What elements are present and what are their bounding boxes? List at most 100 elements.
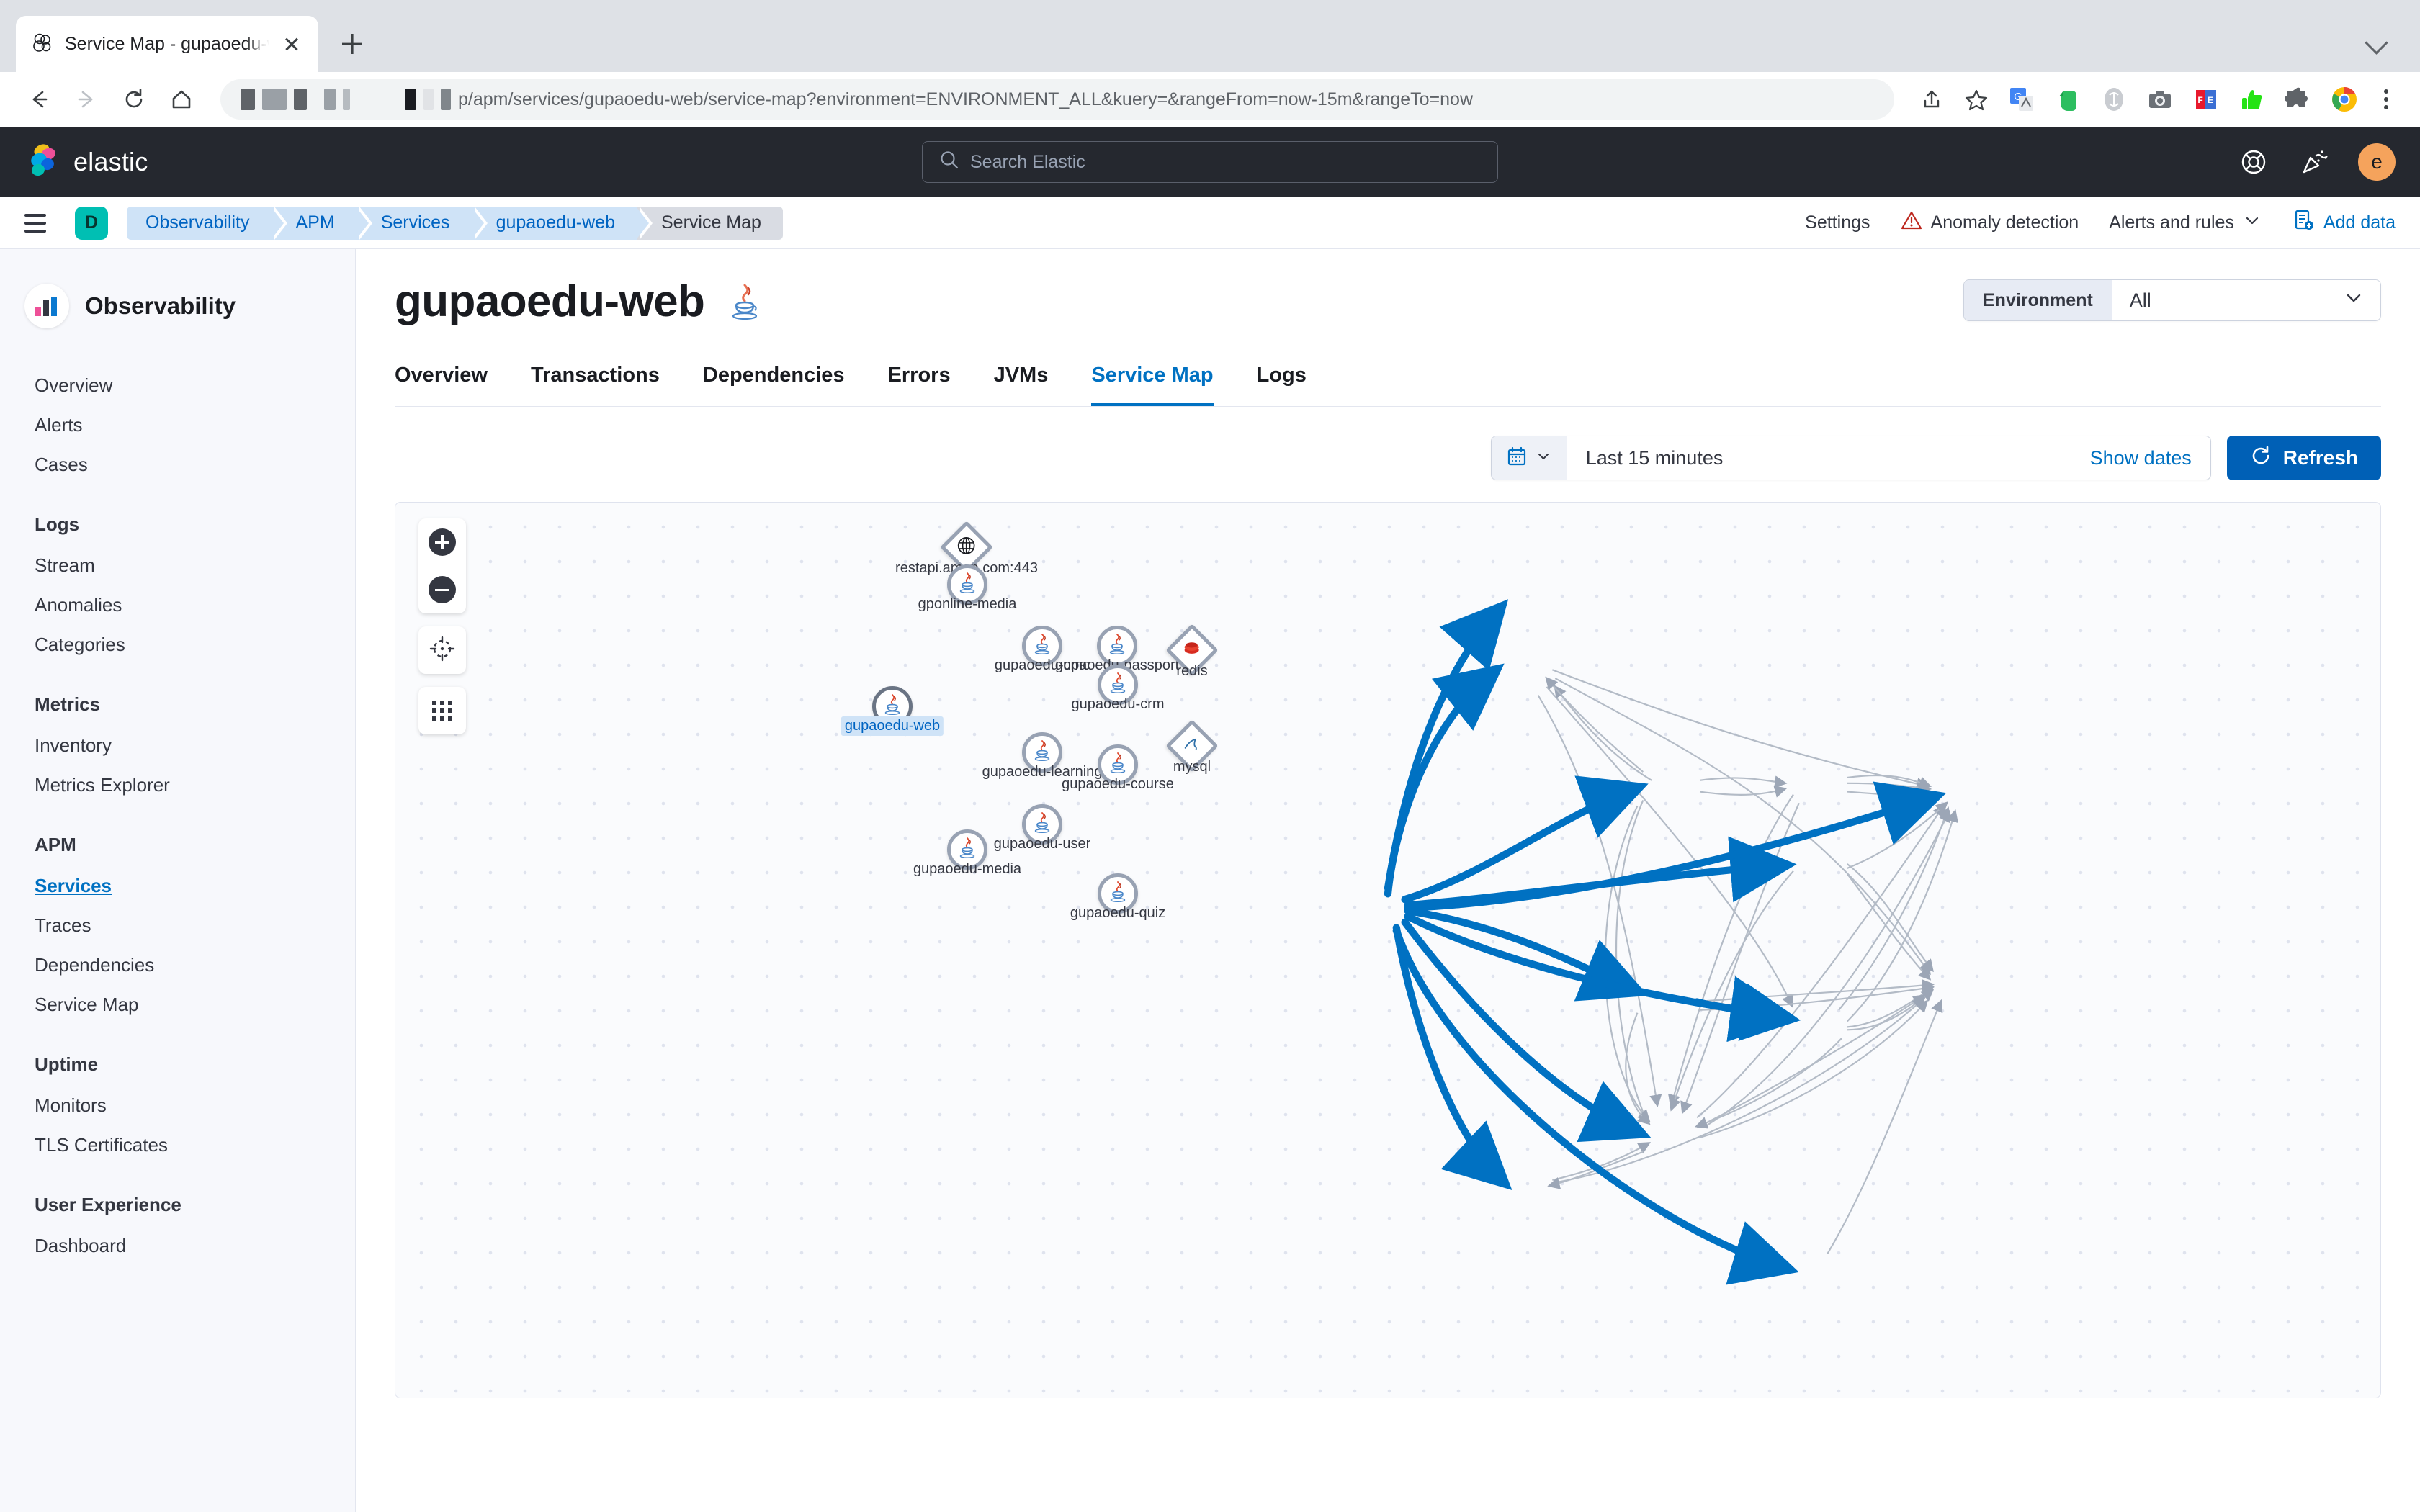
grammar-icon[interactable]: [2097, 83, 2130, 116]
sidebar-item-services[interactable]: Services: [0, 866, 355, 906]
environment-select[interactable]: All: [2112, 280, 2380, 320]
address-bar[interactable]: p/apm/services/gupaoedu-web/service-map?…: [220, 79, 1894, 120]
chrome-profile-icon[interactable]: [2328, 83, 2361, 116]
zoom-in-button[interactable]: [418, 518, 466, 566]
calendar-dropdown-button[interactable]: [1491, 436, 1567, 480]
sidebar-group-title-metrics: Metrics: [35, 693, 101, 715]
tab-transactions[interactable]: Transactions: [531, 364, 660, 406]
new-tab-button[interactable]: [330, 22, 375, 66]
service-map-node-gupaoedu-learning[interactable]: gupaoedu-learning: [982, 732, 1102, 780]
hamburger-menu-icon[interactable]: [24, 207, 56, 239]
star-icon[interactable]: [1956, 79, 1996, 120]
breadcrumb-item-services[interactable]: Services: [356, 206, 488, 240]
service-map-node-redis[interactable]: redis: [1165, 624, 1219, 679]
browser-toolbar: p/apm/services/gupaoedu-web/service-map?…: [0, 72, 2420, 127]
service-map-node-gponline-media[interactable]: gponline-media: [918, 564, 1016, 612]
zoom-out-button[interactable]: [418, 566, 466, 613]
grid-layout-button[interactable]: [418, 687, 466, 734]
sidebar-item-tls-certificates[interactable]: TLS Certificates: [0, 1125, 355, 1165]
crosshair-icon: [429, 636, 455, 665]
alerts-and-rules-button[interactable]: Alerts and rules: [2109, 211, 2262, 235]
java-icon: [958, 572, 977, 598]
sidebar-item-monitors[interactable]: Monitors: [0, 1086, 355, 1125]
avatar[interactable]: e: [2358, 143, 2396, 181]
service-map-node-restapi[interactable]: restapi.amap.com:443: [895, 521, 1038, 576]
sidebar-item-inventory[interactable]: Inventory: [0, 726, 355, 765]
google-translate-icon[interactable]: G: [2005, 83, 2038, 116]
puzzle-extensions-icon[interactable]: [2282, 83, 2315, 116]
reload-icon[interactable]: [112, 78, 156, 121]
service-map-node-gupaoedu-course[interactable]: gupaoedu-course: [1062, 744, 1174, 792]
calendar-icon: [1506, 446, 1528, 471]
sidebar-item-service-map[interactable]: Service Map: [0, 985, 355, 1025]
sidebar-item-anomalies[interactable]: Anomalies: [0, 585, 355, 625]
sidebar-group-title-user-experience: User Experience: [35, 1194, 182, 1215]
node-label: gupaoedu-web: [841, 716, 944, 736]
java-icon: [1033, 739, 1052, 765]
sidebar-item-categories[interactable]: Categories: [0, 625, 355, 665]
add-data-button[interactable]: Add data: [2292, 209, 2396, 237]
anomaly-detection-button[interactable]: Anomaly detection: [1901, 210, 2079, 236]
breadcrumb-actions: Settings Anomaly detection Alerts and ru…: [1805, 209, 2396, 237]
refresh-label: Refresh: [2282, 446, 2358, 469]
environment-value: All: [2129, 289, 2151, 311]
space-badge[interactable]: D: [75, 206, 108, 240]
home-icon[interactable]: [160, 78, 203, 121]
breadcrumb-item-gupaoedu-web[interactable]: gupaoedu-web: [471, 206, 653, 240]
sidebar-group-metrics: Metrics Inventory Metrics Explorer: [0, 693, 355, 805]
sidebar-item-metrics-explorer[interactable]: Metrics Explorer: [0, 765, 355, 805]
sidebar-item-traces[interactable]: Traces: [0, 906, 355, 945]
date-range-picker[interactable]: Last 15 minutes Show dates: [1490, 436, 2211, 480]
service-map-node-gupaoedu-quiz[interactable]: gupaoedu-quiz: [1070, 873, 1165, 921]
tab-service-map[interactable]: Service Map: [1091, 364, 1214, 406]
show-dates-button[interactable]: Show dates: [2071, 436, 2210, 480]
screenshot-camera-icon[interactable]: [2143, 83, 2177, 116]
chevron-down-icon[interactable]: [2362, 26, 2391, 55]
service-map-node-gupaoedu-user[interactable]: gupaoedu-user: [994, 804, 1090, 852]
tab-overview[interactable]: Overview: [395, 364, 488, 406]
tab-logs[interactable]: Logs: [1257, 364, 1307, 406]
service-map-canvas[interactable]: restapi.amap.com:443 gponline-media gupa…: [395, 502, 2381, 1398]
service-map-node-gupaoedu-passport[interactable]: gupaoedu-passport: [1055, 626, 1179, 673]
foxit-pdf-icon[interactable]: FE: [2190, 83, 2223, 116]
share-icon[interactable]: [1912, 79, 1952, 120]
elastic-brand[interactable]: elastic: [24, 142, 148, 183]
help-lifebuoy-icon[interactable]: [2237, 145, 2270, 179]
tab-jvms[interactable]: JVMs: [994, 364, 1049, 406]
add-data-label: Add data: [2323, 212, 2396, 233]
thumbs-up-icon[interactable]: [2236, 83, 2269, 116]
sidebar-item-dependencies[interactable]: Dependencies: [0, 945, 355, 985]
forward-arrow-icon[interactable]: [65, 78, 108, 121]
sidebar-item-stream[interactable]: Stream: [0, 546, 355, 585]
date-range-value[interactable]: Last 15 minutes: [1567, 436, 2071, 480]
sidebar-item-cases[interactable]: Cases: [0, 445, 355, 485]
back-arrow-icon[interactable]: [17, 78, 60, 121]
java-icon: [1033, 633, 1052, 659]
java-icon: [1108, 672, 1127, 698]
center-map-button[interactable]: [418, 626, 466, 674]
breadcrumb-item-observability[interactable]: Observability: [127, 206, 287, 240]
service-map-node-gupaoedu-web[interactable]: gupaoedu-web: [841, 686, 944, 736]
redis-icon: [1183, 639, 1201, 662]
sidebar-item-overview[interactable]: Overview: [0, 366, 355, 405]
service-map-node-gupaoedu-crm[interactable]: gupaoedu-crm: [1072, 665, 1164, 712]
service-map-node-gupaoedu-media[interactable]: gupaoedu-media: [913, 829, 1021, 877]
settings-button[interactable]: Settings: [1805, 212, 1870, 233]
node-label: mysql: [1173, 759, 1211, 775]
address-bar-url: p/apm/services/gupaoedu-web/service-map?…: [458, 89, 1474, 109]
tab-errors[interactable]: Errors: [888, 364, 951, 406]
close-icon[interactable]: [279, 32, 304, 56]
service-map-node-mysql[interactable]: mysql: [1165, 719, 1219, 775]
sidebar-item-alerts[interactable]: Alerts: [0, 405, 355, 445]
refresh-button[interactable]: Refresh: [2226, 436, 2381, 480]
evernote-icon[interactable]: [2051, 83, 2084, 116]
sidebar-item-dashboard[interactable]: Dashboard: [0, 1226, 355, 1266]
search-input[interactable]: Search Elastic: [922, 141, 1498, 183]
kebab-menu-icon[interactable]: [2370, 79, 2403, 120]
chevron-down-icon: [2243, 211, 2262, 235]
tab-dependencies[interactable]: Dependencies: [703, 364, 845, 406]
celebration-icon[interactable]: [2298, 145, 2331, 179]
sidebar: Observability Overview Alerts Cases Logs…: [0, 249, 356, 1512]
environment-picker[interactable]: Environment All: [1963, 279, 2381, 321]
browser-tab[interactable]: Service Map - gupaoedu-web: [16, 16, 318, 72]
